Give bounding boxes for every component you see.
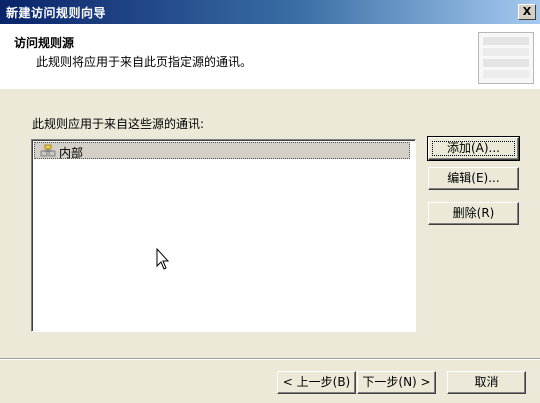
cancel-button-label: 取消 [474, 375, 499, 389]
list-item[interactable]: 内部 [34, 142, 410, 160]
source-listbox[interactable]: 内部 [31, 139, 416, 332]
wizard-graphic-icon [478, 32, 534, 84]
close-icon: X [522, 5, 532, 18]
cancel-button[interactable]: 取消 [447, 371, 526, 394]
wizard-header: 访问规则源 此规则将应用于来自此页指定源的通讯。 [0, 24, 540, 89]
delete-button-label: 删除(R) [452, 206, 495, 220]
title-bar[interactable]: 新建访问规则向导 X [0, 0, 540, 24]
back-button[interactable]: < 上一步(B) [277, 371, 356, 394]
next-button[interactable]: 下一步(N) > [357, 371, 436, 394]
footer-divider [0, 358, 540, 360]
edit-button[interactable]: 编辑(E)... [428, 167, 519, 190]
page-description: 此规则将应用于来自此页指定源的通讯。 [36, 55, 253, 69]
window-title: 新建访问规则向导 [6, 6, 107, 20]
wizard-window: 新建访问规则向导 X 访问规则源 此规则将应用于来自此页指定源的通讯。 此规则应… [0, 0, 540, 403]
source-list-label: 此规则应用于来自这些源的通讯: [32, 117, 205, 131]
page-title: 访问规则源 [14, 36, 75, 50]
add-button[interactable]: 添加(A)... [427, 136, 520, 161]
close-button[interactable]: X [518, 4, 536, 20]
focus-indicator [432, 141, 515, 156]
back-button-label: < 上一步(B) [282, 375, 351, 389]
list-item-label: 内部 [59, 146, 84, 160]
next-button-label: 下一步(N) > [362, 375, 431, 389]
mouse-pointer-icon [156, 247, 172, 272]
network-icon [40, 144, 56, 158]
edit-button-label: 编辑(E)... [447, 171, 500, 185]
delete-button[interactable]: 删除(R) [428, 202, 519, 225]
header-divider [0, 88, 540, 89]
